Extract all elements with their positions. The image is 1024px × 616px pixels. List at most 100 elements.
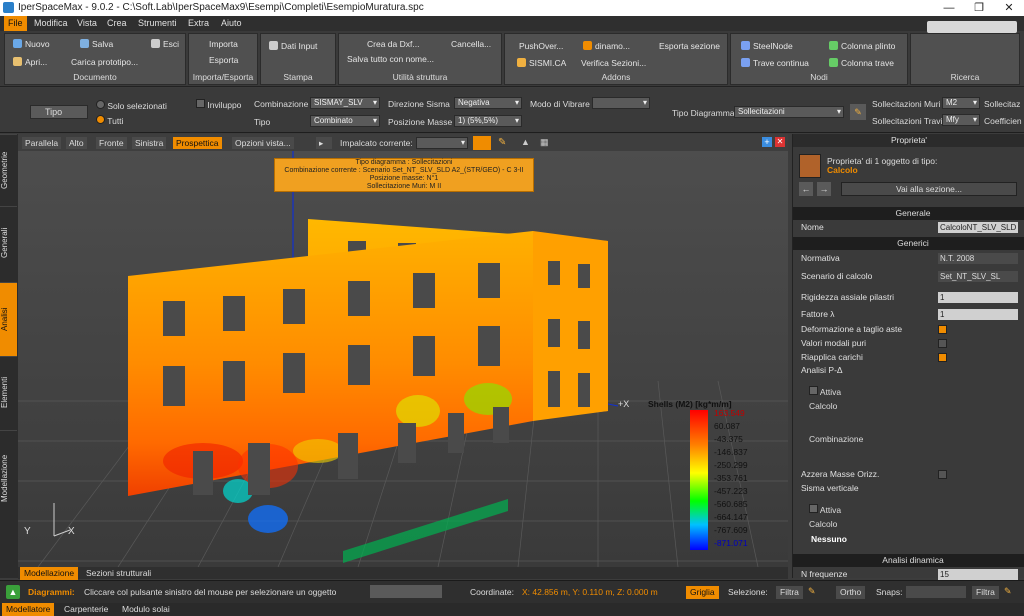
grid-icon[interactable]: ▦ bbox=[540, 137, 552, 149]
forward-arrow-icon[interactable]: → bbox=[817, 182, 831, 196]
salva-button[interactable]: Salva bbox=[80, 38, 113, 51]
menu-strumenti[interactable]: Strumenti bbox=[134, 16, 181, 31]
tab-modellatore[interactable]: Modellatore bbox=[2, 603, 55, 616]
pdelta-attiva-checkbox[interactable]: Attiva bbox=[809, 386, 841, 397]
dati-input-button[interactable]: Dati Input bbox=[269, 40, 317, 53]
combinazione-select[interactable]: SISMAY_SLV bbox=[310, 97, 380, 109]
scenario-value[interactable]: Set_NT_SLV_SL bbox=[938, 271, 1018, 282]
wrench-icon[interactable]: ✎ bbox=[850, 104, 866, 120]
new-icon bbox=[13, 39, 22, 48]
view-alto[interactable]: Alto bbox=[66, 137, 87, 149]
cancella-button[interactable]: Cancella... bbox=[451, 38, 491, 51]
restore-button[interactable]: ❐ bbox=[964, 0, 994, 16]
tab-sezioni-strutturali[interactable]: Sezioni strutturali bbox=[82, 567, 155, 580]
tab-carpenterie[interactable]: Carpenterie bbox=[60, 603, 112, 616]
modo-vibrare-select[interactable] bbox=[592, 97, 650, 109]
tutti-radio[interactable]: Tutti bbox=[96, 115, 123, 126]
tab-elementi[interactable]: Elementi bbox=[0, 356, 17, 428]
pin-icon[interactable]: ▲ bbox=[521, 137, 533, 149]
tipo-select[interactable]: Combinato bbox=[310, 115, 380, 127]
apri-button[interactable]: Apri... bbox=[13, 56, 47, 69]
pushover-button[interactable]: PushOver... bbox=[519, 40, 563, 53]
section-generici[interactable]: Generici bbox=[793, 237, 1024, 250]
esporta-sezione-button[interactable]: Esporta sezione bbox=[659, 40, 720, 53]
back-arrow-icon[interactable]: ← bbox=[799, 182, 813, 196]
sisma-nessuno-value[interactable]: Nessuno bbox=[811, 534, 847, 544]
filtra-selection-button[interactable]: Filtra bbox=[776, 586, 803, 599]
nuovo-button[interactable]: Nuovo bbox=[13, 38, 50, 51]
up-arrow-icon[interactable]: ▲ bbox=[6, 585, 20, 599]
view-fronte[interactable]: Fronte bbox=[96, 137, 127, 149]
n-frequenze-input[interactable]: 15 bbox=[938, 569, 1018, 580]
view-sinistra[interactable]: Sinistra bbox=[132, 137, 167, 149]
section-analisi-dinamica[interactable]: Analisi dinamica bbox=[793, 554, 1024, 567]
tipo-button[interactable]: Tipo bbox=[30, 105, 88, 119]
tool-icon[interactable]: ✎ bbox=[498, 137, 512, 149]
riapplica-checkbox[interactable] bbox=[938, 353, 947, 362]
snaps-toggles[interactable] bbox=[906, 586, 966, 598]
esci-button[interactable]: Esci bbox=[151, 38, 179, 51]
menu-crea[interactable]: Crea bbox=[103, 16, 131, 31]
menu-extra[interactable]: Extra bbox=[184, 16, 213, 31]
tab-analisi[interactable]: Analisi bbox=[0, 282, 17, 356]
section-generale[interactable]: Generale bbox=[793, 207, 1024, 220]
lock-icon[interactable] bbox=[473, 136, 491, 150]
azzera-masse-checkbox[interactable] bbox=[938, 470, 947, 479]
tab-modellazione[interactable]: Modellazione bbox=[0, 430, 17, 526]
menu-vista[interactable]: Vista bbox=[73, 16, 101, 31]
tab-modulo-solai[interactable]: Modulo solai bbox=[118, 603, 174, 616]
wrench-snaps-icon[interactable]: ✎ bbox=[1004, 586, 1014, 598]
colonna-plinto-button[interactable]: Colonna plinto bbox=[829, 40, 895, 53]
nome-input[interactable]: CalcoloNT_SLV_SLD bbox=[938, 222, 1018, 233]
minimize-button[interactable]: — bbox=[934, 0, 964, 16]
salva-nome-button[interactable]: Salva tutto con nome... bbox=[347, 53, 434, 66]
steelnode-button[interactable]: SteelNode bbox=[741, 40, 793, 53]
menu-aiuto[interactable]: Aiuto bbox=[217, 16, 246, 31]
direzione-sisma-select[interactable]: Negativa bbox=[454, 97, 522, 109]
importa-button[interactable]: Importa bbox=[209, 38, 238, 51]
solo-selezionati-radio[interactable]: Solo selezionati bbox=[96, 100, 167, 111]
opzioni-vista-button[interactable]: Opzioni vista... bbox=[232, 137, 294, 149]
legend-value: -767.609 bbox=[714, 525, 748, 535]
normativa-value[interactable]: N.T. 2008 bbox=[938, 253, 1018, 264]
colonna-trave-button[interactable]: Colonna trave bbox=[829, 57, 894, 70]
griglia-button[interactable]: Griglia bbox=[686, 586, 719, 599]
deformazione-checkbox[interactable] bbox=[938, 325, 947, 334]
carica-prototipo-button[interactable]: Carica prototipo... bbox=[71, 56, 138, 69]
3d-viewport[interactable]: +X Y X Tipo diagramma: Sollecitazioni C… bbox=[18, 151, 788, 567]
tab-geometrie[interactable]: Geometrie bbox=[0, 134, 17, 206]
tab-modellazione-view[interactable]: Modellazione bbox=[20, 567, 79, 580]
soll-travi-select[interactable]: Mfy bbox=[942, 114, 980, 126]
trave-continua-button[interactable]: Trave continua bbox=[741, 57, 809, 70]
close-view-icon[interactable]: ✕ bbox=[775, 137, 785, 147]
close-button[interactable]: ✕ bbox=[994, 0, 1024, 16]
view-prospettica[interactable]: Prospettica bbox=[173, 137, 222, 149]
sismica-button[interactable]: SISMI.CA bbox=[517, 57, 566, 70]
camera-icon[interactable]: ▸ bbox=[316, 137, 332, 149]
inviluppo-checkbox[interactable]: Inviluppo bbox=[196, 99, 241, 110]
dinamo-button[interactable]: dinamo... bbox=[583, 40, 630, 53]
valori-modali-checkbox[interactable] bbox=[938, 339, 947, 348]
wrench-small-icon[interactable]: ✎ bbox=[808, 586, 818, 598]
menu-file[interactable]: File bbox=[4, 16, 27, 31]
tipo-diagramma-select[interactable]: Sollecitazioni bbox=[734, 106, 844, 118]
crea-dxf-button[interactable]: Crea da Dxf... bbox=[367, 38, 419, 51]
search-input[interactable] bbox=[927, 21, 1017, 33]
ortho-button[interactable]: Ortho bbox=[836, 586, 866, 599]
legend-value: -353.761 bbox=[714, 473, 748, 483]
fattore-input[interactable]: 1 bbox=[938, 309, 1018, 320]
esporta-button[interactable]: Esporta bbox=[209, 54, 238, 67]
soll-muri-select[interactable]: M2 bbox=[942, 97, 980, 109]
goto-section-select[interactable]: Vai alla sezione... bbox=[841, 182, 1017, 196]
posizione-masse-select[interactable]: 1) (5%,5%) bbox=[454, 115, 522, 127]
add-view-icon[interactable]: + bbox=[762, 137, 772, 147]
rigidezza-input[interactable]: 1 bbox=[938, 292, 1018, 303]
filtra-snaps-button[interactable]: Filtra bbox=[972, 586, 999, 599]
status-input[interactable] bbox=[370, 585, 442, 598]
tab-generali[interactable]: Generali bbox=[0, 206, 17, 278]
impalcato-select[interactable] bbox=[416, 137, 468, 149]
sisma-attiva-checkbox[interactable]: Attiva bbox=[809, 504, 841, 515]
verifica-sezioni-button[interactable]: Verifica Sezioni... bbox=[581, 57, 646, 70]
view-parallela[interactable]: Parallela bbox=[22, 137, 62, 149]
menu-modifica[interactable]: Modifica bbox=[30, 16, 72, 31]
